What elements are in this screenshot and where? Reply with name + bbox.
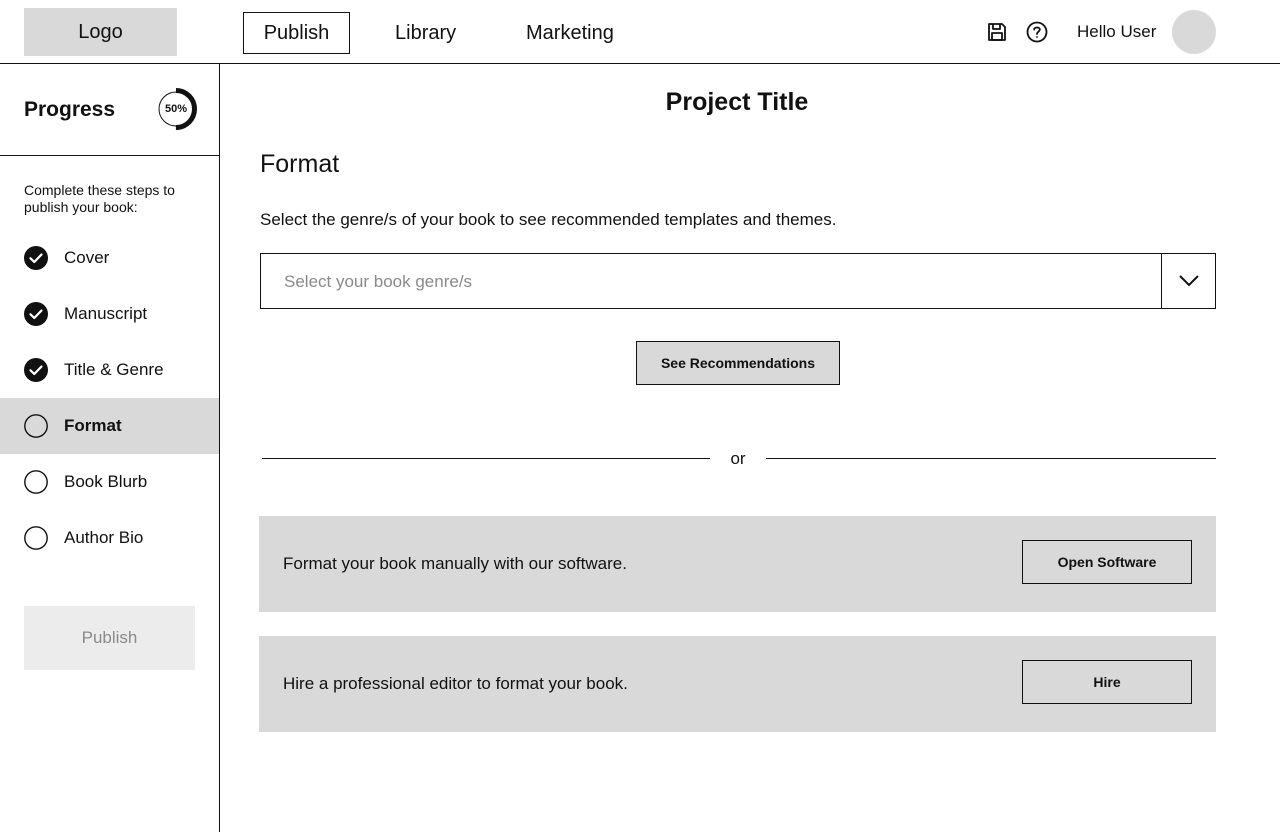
- step-label: Title & Genre: [64, 360, 164, 379]
- progress-percent: 50%: [164, 103, 188, 115]
- open-software-button[interactable]: Open Software: [1022, 540, 1192, 584]
- option-text: Hire a professional editor to format you…: [283, 674, 628, 693]
- genre-select[interactable]: Select your book genre/s: [260, 253, 1216, 309]
- step-label: Format: [64, 416, 122, 435]
- genre-placeholder: Select your book genre/s: [284, 272, 473, 291]
- user-greeting: Hello User: [1077, 22, 1157, 41]
- sidebar: Progress 50% Complete these steps to pub…: [0, 64, 220, 832]
- option-text: Format your book manually with our softw…: [283, 554, 627, 573]
- help-icon[interactable]: [1026, 21, 1048, 43]
- step-title-genre[interactable]: Title & Genre: [0, 342, 219, 398]
- hire-button[interactable]: Hire: [1022, 660, 1192, 704]
- step-author-bio[interactable]: Author Bio: [0, 510, 219, 566]
- save-icon[interactable]: [986, 21, 1008, 43]
- check-circle-icon: [24, 358, 48, 382]
- publish-button[interactable]: Publish: [24, 606, 195, 670]
- check-circle-icon: [24, 246, 48, 270]
- avatar[interactable]: [1172, 10, 1216, 54]
- option-card-software: Format your book manually with our softw…: [259, 516, 1216, 612]
- divider-left: [262, 458, 710, 459]
- tab-marketing[interactable]: Marketing: [526, 12, 614, 54]
- progress-header: Progress 50%: [0, 64, 219, 156]
- tab-publish[interactable]: Publish: [243, 12, 350, 54]
- section-description: Select the genre/s of your book to see r…: [260, 210, 837, 229]
- step-label: Book Blurb: [64, 472, 148, 491]
- chevron-down-icon: [1178, 275, 1199, 287]
- steps-intro: Complete these steps to publish your boo…: [24, 182, 175, 215]
- section-title: Format: [260, 150, 340, 178]
- step-label: Cover: [64, 248, 110, 267]
- divider-right: [766, 458, 1216, 459]
- project-title: Project Title: [665, 88, 809, 116]
- empty-circle-icon: [24, 470, 48, 494]
- top-bar: Logo Publish Library Marketing Hello Use…: [0, 0, 1280, 64]
- tab-library[interactable]: Library: [395, 12, 456, 54]
- step-book-blurb[interactable]: Book Blurb: [0, 454, 219, 510]
- divider-or: or: [730, 449, 746, 468]
- dropdown-toggle[interactable]: [1161, 254, 1215, 308]
- empty-circle-icon: [24, 414, 48, 438]
- progress-title: Progress: [24, 98, 116, 121]
- step-manuscript[interactable]: Manuscript: [0, 286, 219, 342]
- step-cover[interactable]: Cover: [0, 230, 219, 286]
- empty-circle-icon: [24, 526, 48, 550]
- step-label: Author Bio: [64, 528, 144, 547]
- check-circle-icon: [24, 302, 48, 326]
- logo[interactable]: Logo: [24, 8, 177, 56]
- step-label: Manuscript: [64, 304, 148, 323]
- option-card-hire: Hire a professional editor to format you…: [259, 636, 1216, 732]
- step-format[interactable]: Format: [0, 398, 219, 454]
- see-recommendations-button[interactable]: See Recommendations: [636, 341, 840, 385]
